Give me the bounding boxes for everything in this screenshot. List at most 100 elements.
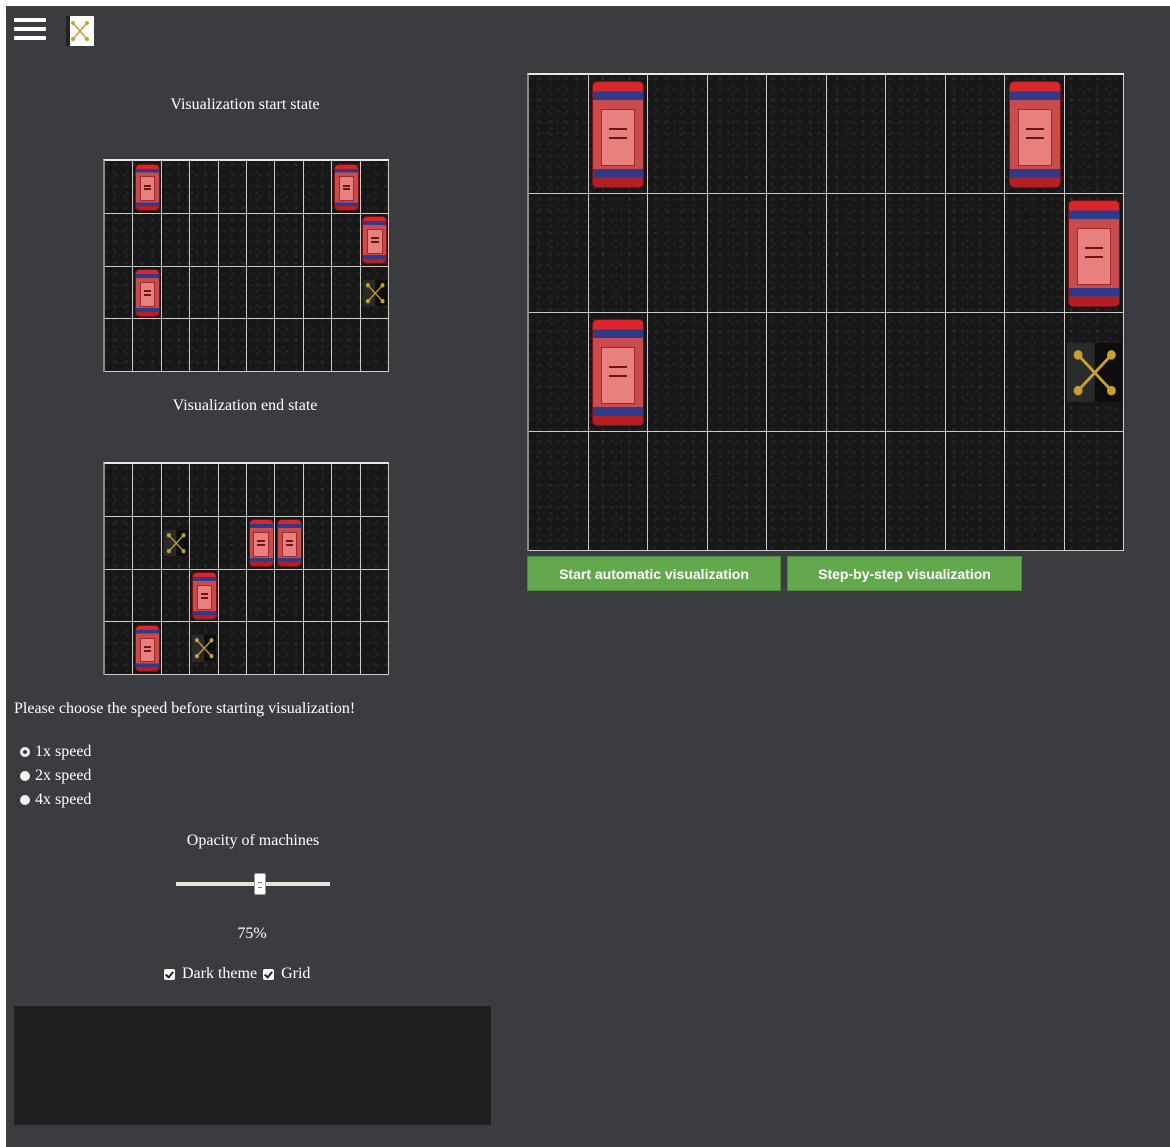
opacity-value: 75%	[237, 925, 267, 942]
grid-cell	[161, 213, 191, 267]
car-icon	[135, 269, 161, 317]
grid-cell	[275, 622, 304, 675]
grid-cell	[161, 319, 191, 372]
speed-option-1x[interactable]: 1x speed	[20, 743, 91, 761]
grid-cell	[303, 319, 333, 372]
step-by-step-visualization-button[interactable]: Step-by-step visualization	[787, 556, 1022, 591]
opacity-slider[interactable]	[176, 873, 330, 895]
grid-cell	[218, 516, 247, 570]
speed-option-4x[interactable]: 4x speed	[20, 791, 91, 809]
grid-cell	[826, 194, 886, 313]
grid-cell	[332, 266, 361, 320]
grid-cell	[826, 432, 886, 551]
grid-cell	[133, 516, 162, 570]
grid-cell	[648, 194, 708, 313]
robot-icon	[1066, 342, 1122, 403]
grid-cell	[767, 313, 827, 432]
grid-cell	[767, 75, 827, 194]
grid-cell	[303, 622, 333, 675]
grid-cell	[648, 313, 708, 432]
speed-option-label: 4x speed	[35, 791, 92, 808]
grid-cell	[945, 194, 1005, 313]
grid-cell	[105, 213, 134, 267]
speed-radio-2x[interactable]	[20, 771, 30, 781]
grid-cell	[303, 213, 333, 267]
hamburger-menu-icon[interactable]	[14, 18, 46, 40]
start-automatic-visualization-button[interactable]: Start automatic visualization	[527, 556, 781, 591]
grid-cell	[332, 569, 361, 623]
grid-cell	[218, 266, 247, 320]
grid-cell	[133, 319, 162, 372]
grid-cell	[886, 432, 946, 551]
grid-cell	[886, 313, 946, 432]
grid-cell	[190, 266, 219, 320]
grid-cell	[945, 75, 1005, 194]
opacity-title: Opacity of machines	[186, 832, 320, 849]
grid-cell	[246, 161, 276, 214]
grid-cell	[303, 161, 333, 214]
car-icon	[592, 318, 645, 427]
grid-cell	[275, 569, 304, 623]
grid-cell	[886, 75, 946, 194]
car-icon	[362, 216, 388, 264]
grid-cell	[275, 161, 304, 214]
car-icon	[277, 519, 303, 567]
grid-cell	[303, 569, 333, 623]
grid-cell	[945, 313, 1005, 432]
grid-cell	[218, 213, 247, 267]
speed-option-2x[interactable]: 2x speed	[20, 767, 91, 785]
grid-cell	[332, 319, 361, 372]
grid-cell	[190, 213, 219, 267]
log-console	[14, 1006, 491, 1125]
display-toggles: Dark theme Grid	[164, 965, 316, 983]
grid-cell	[707, 75, 767, 194]
grid-cell	[161, 266, 191, 320]
grid-cell	[246, 464, 276, 517]
grid-cell	[1064, 432, 1124, 551]
grid-cell	[161, 569, 191, 623]
grid-cell	[303, 266, 333, 320]
grid-cell	[360, 622, 389, 675]
grid-cell	[529, 75, 589, 194]
window-top-border	[0, 0, 1170, 6]
grid-cell	[105, 319, 134, 372]
grid-cell	[190, 464, 219, 517]
grid-cell	[275, 464, 304, 517]
grid-cell	[529, 194, 589, 313]
grid-cell	[767, 432, 827, 551]
grid-cell	[529, 432, 589, 551]
grid-cell	[303, 464, 333, 517]
grid-cell	[707, 432, 767, 551]
grid-cell	[246, 569, 276, 623]
dark-theme-checkbox[interactable]	[164, 968, 175, 980]
grid-cell	[886, 194, 946, 313]
grid-cell	[360, 516, 389, 570]
speed-radio-4x[interactable]	[20, 795, 30, 805]
grid-checkbox[interactable]	[263, 968, 275, 980]
car-icon	[191, 572, 217, 620]
grid-cell	[707, 194, 767, 313]
speed-option-label: 2x speed	[35, 767, 92, 784]
speed-radio-1x[interactable]	[20, 747, 30, 757]
grid-cell	[1064, 75, 1124, 194]
grid-cell	[105, 161, 134, 214]
grid-cell	[360, 319, 389, 372]
grid-cell	[190, 161, 219, 214]
start-state-grid	[103, 159, 389, 372]
grid-cell	[190, 319, 219, 372]
grid-cell	[133, 569, 162, 623]
grid-cell	[161, 622, 191, 675]
grid-cell	[826, 313, 886, 432]
grid-cell	[648, 432, 708, 551]
start-state-caption: Visualization start state	[170, 96, 320, 113]
grid-cell	[133, 464, 162, 517]
robot-logo-icon	[66, 16, 94, 46]
opacity-slider-thumb[interactable]	[254, 873, 267, 895]
grid-cell	[190, 516, 219, 570]
opacity-slider-track	[176, 882, 330, 886]
grid-cell	[105, 516, 134, 570]
grid-cell	[588, 194, 648, 313]
end-state-grid	[103, 462, 389, 675]
robot-icon	[163, 529, 189, 557]
grid-cell	[133, 213, 162, 267]
